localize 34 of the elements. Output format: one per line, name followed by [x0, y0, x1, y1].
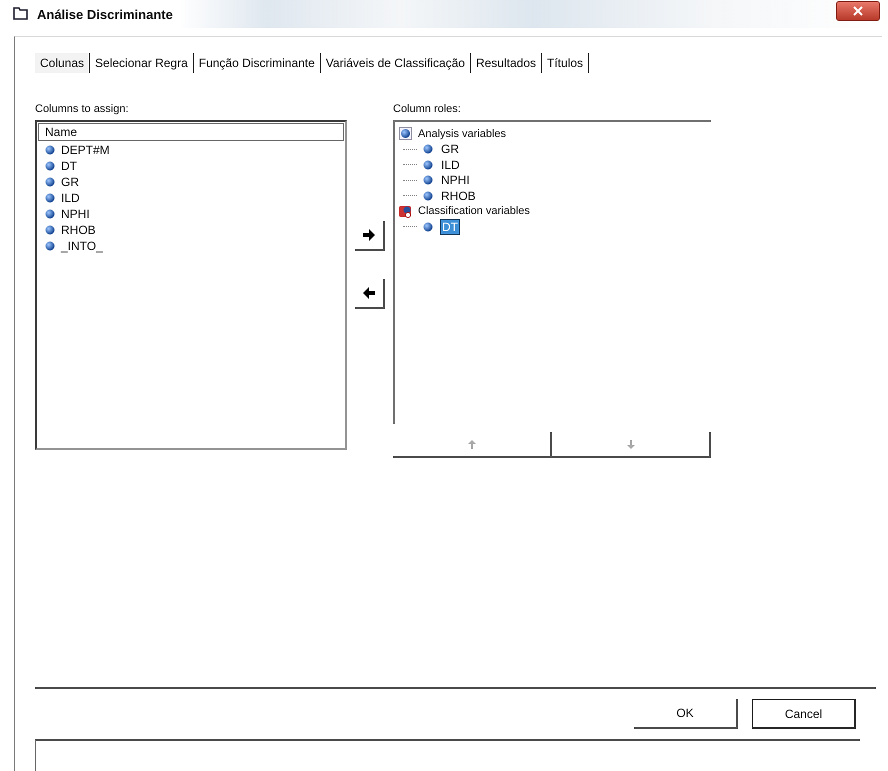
- list-item[interactable]: ILD: [61, 191, 80, 205]
- tab[interactable]: Colunas: [35, 53, 90, 73]
- variable-icon: [423, 175, 433, 186]
- window-title: Análise Discriminante: [37, 6, 173, 22]
- tree-item[interactable]: RHOB: [441, 188, 476, 203]
- close-icon: [851, 5, 865, 17]
- list-label: Columns to assign:: [35, 103, 130, 115]
- variable-icon: [423, 160, 433, 170]
- window-icon: [12, 4, 29, 20]
- cancel-button[interactable]: Cancel: [752, 699, 856, 729]
- ok-button[interactable]: OK: [634, 699, 738, 729]
- up-arrow-icon: [466, 440, 476, 448]
- tree-item[interactable]: NPHI: [441, 173, 470, 188]
- tree-group[interactable]: Analysis variables: [418, 128, 506, 140]
- list-item[interactable]: NPHI: [61, 207, 90, 221]
- tree-group[interactable]: Classification variables: [418, 205, 530, 218]
- variable-icon: [423, 222, 433, 232]
- group-icon: [399, 204, 412, 218]
- close-button[interactable]: [836, 1, 880, 21]
- tree-item[interactable]: ILD: [441, 158, 460, 172]
- list-item[interactable]: DT: [61, 159, 77, 173]
- down-arrow-icon: [626, 440, 636, 448]
- list-item[interactable]: GR: [61, 175, 79, 189]
- group-icon: [399, 127, 412, 140]
- roles-label: Column roles:: [393, 103, 462, 115]
- variable-icon: [423, 190, 433, 201]
- list-item[interactable]: RHOB: [61, 223, 96, 237]
- left-arrow-icon: [361, 286, 377, 300]
- variable-icon: [423, 144, 433, 154]
- list-item[interactable]: DEPT#M: [61, 143, 110, 157]
- right-arrow-icon: [361, 228, 377, 242]
- list-item[interactable]: _INTO_: [61, 239, 103, 253]
- tree-item[interactable]: GR: [441, 142, 459, 156]
- column-header[interactable]: Name: [38, 123, 344, 141]
